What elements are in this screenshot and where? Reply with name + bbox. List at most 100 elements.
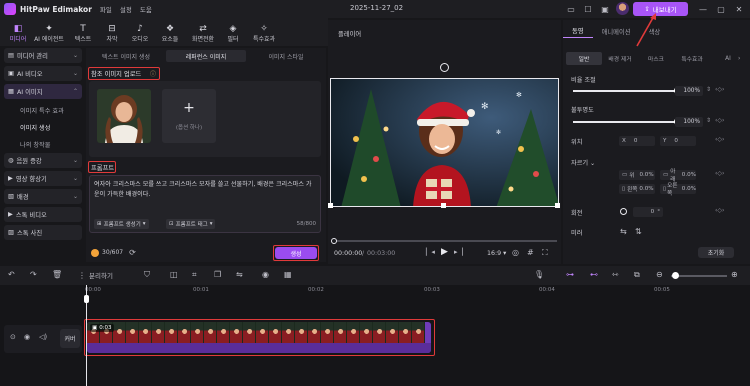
sidebar-item-stock-video[interactable]: ▶ 스톡 비디오	[4, 207, 82, 222]
sidebar-item-audio-enhance[interactable]: ◍ 음원 증강 ⌄	[4, 153, 82, 168]
zoom-out-icon[interactable]: ⊖	[656, 270, 663, 279]
split-button[interactable]: ⋮ 분리하기	[78, 270, 113, 280]
progress-knob[interactable]	[331, 238, 337, 244]
gift-icon[interactable]: ▣	[599, 3, 611, 15]
avatar[interactable]	[616, 2, 629, 15]
timeline-ruler[interactable]: 00:00 00:01 00:02 00:03 00:04 00:05	[85, 285, 750, 297]
subtab-general[interactable]: 일반	[566, 52, 602, 65]
cover-button[interactable]: 커버	[60, 329, 80, 348]
reset-button[interactable]: 초기화	[698, 247, 734, 258]
refresh-icon[interactable]: ⟳	[129, 248, 136, 257]
tool-media[interactable]: ◧ 미디어	[6, 20, 30, 46]
resize-handle[interactable]	[328, 203, 333, 208]
rotate-handle-icon[interactable]	[440, 63, 449, 72]
lock-icon[interactable]: ⊙	[10, 333, 16, 341]
play-icon[interactable]: ▶	[441, 247, 448, 257]
speaker-icon[interactable]: ◁)	[39, 333, 47, 341]
tool-text[interactable]: T 텍스트	[68, 20, 98, 46]
preview-canvas[interactable]: ✻ ✻ ✻	[330, 78, 559, 207]
prev-frame-icon[interactable]: ▏◂	[426, 248, 435, 256]
crop-icon[interactable]: ⌗	[192, 270, 197, 280]
scale-value[interactable]: 100%	[675, 86, 703, 96]
opacity-slider[interactable]	[573, 118, 681, 125]
sidebar-item-ai-image[interactable]: ▦ AI 이미지 ⌃	[4, 84, 82, 99]
sidebar-item-stock-photo[interactable]: ▨ 스톡 사진	[4, 225, 82, 240]
stepper-icon[interactable]: ⇕	[706, 117, 711, 124]
position-x-field[interactable]: X0	[619, 136, 655, 146]
stepper-icon[interactable]: ⇕	[706, 86, 711, 93]
sidebar-item-media-management[interactable]: ▤ 미디어 관리 ⌄	[4, 48, 82, 63]
progress-track[interactable]	[332, 240, 557, 242]
resize-handle[interactable]	[441, 203, 446, 208]
sidebar-sub-my-creations[interactable]: 나의 창작물	[4, 136, 82, 153]
keyframe-icon[interactable]: ‹◇›	[715, 207, 724, 214]
record-icon[interactable]: ◉	[262, 270, 269, 279]
eye-icon[interactable]: ◉	[24, 333, 30, 341]
reference-image-thumbnail[interactable]	[97, 89, 151, 143]
video-clip[interactable]: ▣ 0:03	[87, 322, 431, 353]
grid-icon[interactable]: #	[527, 248, 534, 257]
feedback-icon[interactable]: ☐	[582, 3, 594, 15]
speed-icon[interactable]: ◫	[170, 270, 178, 279]
tool-audio[interactable]: ♪ 오디오	[126, 20, 154, 46]
tab-image-style[interactable]: 이미지 스타일	[246, 50, 326, 62]
tool-ai-agent[interactable]: ✦ AI 에이전트	[30, 20, 68, 46]
zoom-in-icon[interactable]: ⊕	[731, 270, 738, 279]
freeze-icon[interactable]: ❒	[214, 270, 221, 279]
crop-right-field[interactable]: ▯ 오른쪽 0.0%	[660, 183, 696, 197]
sidebar-sub-image-effects[interactable]: 이미지 특수 효과	[4, 102, 82, 119]
crop-top-field[interactable]: ▭ 위 0.0%	[619, 170, 655, 180]
sidebar-item-video-enhancer[interactable]: ▶ 영상 향상기 ⌄	[4, 171, 82, 186]
next-frame-icon[interactable]: ▸▕	[454, 248, 463, 256]
tool-transition[interactable]: ⇄ 화면전환	[186, 20, 220, 46]
rotate-dial-icon[interactable]	[620, 208, 627, 215]
fullscreen-icon[interactable]: ⛶	[542, 248, 548, 258]
link-icon[interactable]: ⊶	[566, 270, 574, 279]
generate-button[interactable]: 생성	[275, 247, 317, 259]
info-icon[interactable]: ⓘ	[150, 69, 156, 78]
keyframe-icon[interactable]: ‹◇›	[715, 170, 724, 177]
aspect-ratio-select[interactable]: 16:9 ▾	[487, 250, 506, 257]
menu-settings[interactable]: 설정	[120, 4, 132, 14]
sidebar-sub-image-generation[interactable]: 이미지 생성	[4, 119, 82, 136]
minimize-icon[interactable]: —	[697, 3, 709, 15]
tool-filter[interactable]: ◈ 필터	[220, 20, 246, 46]
microphone-icon[interactable]: 🎙	[534, 270, 544, 279]
tab-video[interactable]: 동영	[563, 24, 593, 38]
crop-left-field[interactable]: ▯ 왼쪽 0.0%	[619, 184, 655, 194]
reverse-icon[interactable]: ⇋	[236, 270, 243, 279]
zoom-slider-knob[interactable]	[672, 272, 679, 279]
flip-vertical-icon[interactable]: ⇅	[635, 227, 642, 236]
tool-elements[interactable]: ❖ 요소들	[154, 20, 186, 46]
prompt-generator-chip[interactable]: ⊞ 프롬프트 생성기 ▾	[94, 219, 149, 229]
subtab-ai[interactable]: AI	[710, 52, 746, 65]
menu-file[interactable]: 파일	[100, 4, 112, 14]
shield-icon[interactable]: ⛉	[144, 270, 150, 280]
tab-reference-image[interactable]: 레퍼런스 이미지	[166, 50, 246, 62]
rotate-field[interactable]: 0 °	[633, 207, 663, 217]
position-y-field[interactable]: Y0	[660, 136, 696, 146]
subtab-bg-remove[interactable]: 배경 제거	[602, 52, 638, 65]
monitor-icon[interactable]: ▭	[565, 3, 577, 15]
playhead-handle[interactable]	[84, 295, 89, 303]
subtab-effects[interactable]: 특수효과	[674, 52, 710, 65]
fit-icon[interactable]: ⇿	[612, 270, 619, 279]
add-image-button[interactable]: + (옵션 하나)	[162, 89, 216, 143]
sidebar-item-background[interactable]: ▧ 배경 ⌄	[4, 189, 82, 204]
subtab-mask[interactable]: 마스크	[638, 52, 674, 65]
chevron-right-icon[interactable]: ›	[738, 55, 740, 62]
tool-subtitle[interactable]: ⊟ 자막	[98, 20, 126, 46]
prompt-textarea[interactable]: 여자아 크리스마스 모를 쓰고 크리스마스 모자를 쓸고 선물하기, 배경은 크…	[89, 175, 321, 233]
sidebar-item-ai-video[interactable]: ▣ AI 비디오 ⌄	[4, 66, 82, 81]
mosaic-icon[interactable]: ▦	[284, 270, 292, 279]
scale-slider[interactable]	[573, 87, 681, 94]
flip-horizontal-icon[interactable]: ⇆	[620, 227, 627, 236]
snapshot-icon[interactable]: ◎	[512, 248, 519, 257]
keyframe-icon[interactable]: ‹◇›	[715, 117, 724, 124]
keyframe-icon[interactable]: ‹◇›	[715, 86, 724, 93]
undo-icon[interactable]: ↶	[8, 270, 15, 279]
menu-help[interactable]: 도움	[140, 4, 152, 14]
preview-icon[interactable]: ⧉	[634, 270, 640, 280]
keyframe-icon[interactable]: ‹◇›	[715, 136, 724, 143]
delete-icon[interactable]: 🗑	[52, 270, 62, 279]
